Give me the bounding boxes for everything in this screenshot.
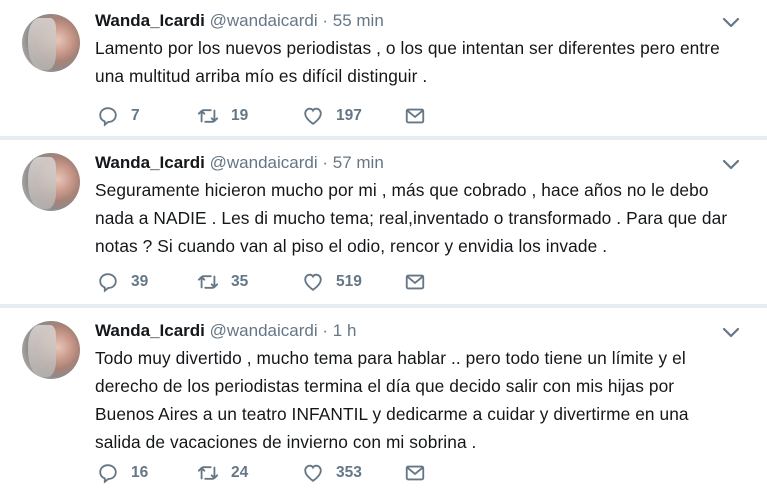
retweet-button[interactable]: 35 <box>197 270 248 294</box>
tweet[interactable]: Wanda_Icardi @wandaicardi · 57 min Segur… <box>0 140 767 304</box>
like-button[interactable]: 519 <box>302 270 362 294</box>
reply-button[interactable]: 16 <box>97 461 148 485</box>
chevron-down-icon[interactable] <box>722 327 740 339</box>
tweet-text-line: Buenos Aires a un teatro INFANTIL y dedi… <box>95 404 689 424</box>
tweet-text-line: salida de vacaciones de invierno con mi … <box>95 432 477 452</box>
user-name[interactable]: Wanda_Icardi <box>95 321 205 340</box>
tweet-text-line: Lamento por los nuevos periodistas , o l… <box>95 38 720 58</box>
separator-dot: · <box>322 321 329 340</box>
avatar[interactable] <box>22 153 80 211</box>
like-count: 519 <box>336 273 362 290</box>
tweet-header: Wanda_Icardi @wandaicardi · 55 min <box>95 11 384 31</box>
reply-icon <box>99 273 117 293</box>
tweet-text: Lamento por los nuevos periodistas , o l… <box>95 34 745 90</box>
tweet-actions: 39 35 519 <box>97 270 437 294</box>
reply-button[interactable]: 7 <box>97 104 140 128</box>
retweet-count: 35 <box>231 273 249 290</box>
heart-icon <box>304 464 322 482</box>
retweet-icon <box>197 275 219 289</box>
tweet-text-line: derecho de los periodistas termina el dí… <box>95 376 675 396</box>
tweet[interactable]: Wanda_Icardi @wandaicardi · 55 min Lamen… <box>0 0 767 136</box>
user-handle[interactable]: @wandaicardi <box>210 11 318 30</box>
like-count: 197 <box>336 107 362 124</box>
tweet-text-line: una multitud arriba mío es difícil disti… <box>95 66 428 86</box>
timestamp[interactable]: 55 min <box>333 11 384 30</box>
reply-count: 39 <box>131 273 149 290</box>
reply-icon <box>99 107 117 127</box>
retweet-button[interactable]: 19 <box>197 104 248 128</box>
reply-count: 7 <box>131 107 140 124</box>
tweet-header: Wanda_Icardi @wandaicardi · 1 h <box>95 321 356 341</box>
reply-button[interactable]: 39 <box>97 270 148 294</box>
tweet-feed: Wanda_Icardi @wandaicardi · 55 min Lamen… <box>0 0 767 499</box>
tweet-text: Seguramente hicieron mucho por mi , más … <box>95 176 745 260</box>
chevron-down-icon[interactable] <box>722 17 740 29</box>
user-handle[interactable]: @wandaicardi <box>210 321 318 340</box>
timestamp[interactable]: 1 h <box>333 321 357 340</box>
retweet-count: 19 <box>231 107 249 124</box>
retweet-icon <box>197 466 219 480</box>
tweet-text-line: notas ? Si cuando van al piso el odio, r… <box>95 236 608 256</box>
tweet-text: Todo muy divertido , mucho tema para hab… <box>95 344 745 456</box>
separator-dot: · <box>322 153 329 172</box>
retweet-icon <box>197 109 219 123</box>
timestamp[interactable]: 57 min <box>333 153 384 172</box>
tweet-header: Wanda_Icardi @wandaicardi · 57 min <box>95 153 384 173</box>
dm-button[interactable] <box>404 461 426 485</box>
dm-button[interactable] <box>404 270 426 294</box>
retweet-count: 24 <box>231 464 249 481</box>
tweet-text-line: Todo muy divertido , mucho tema para hab… <box>95 348 686 368</box>
tweet-text-line: nada a NADIE . Les di mucho tema; real,i… <box>95 208 728 228</box>
avatar[interactable] <box>22 321 80 379</box>
tweet[interactable]: Wanda_Icardi @wandaicardi · 1 h Todo muy… <box>0 308 767 499</box>
separator-dot: · <box>322 11 329 30</box>
like-button[interactable]: 197 <box>302 104 362 128</box>
like-button[interactable]: 353 <box>302 461 362 485</box>
chevron-down-icon[interactable] <box>722 159 740 171</box>
user-name[interactable]: Wanda_Icardi <box>95 153 205 172</box>
heart-icon <box>304 107 322 125</box>
retweet-button[interactable]: 24 <box>197 461 248 485</box>
dm-button[interactable] <box>404 104 426 128</box>
envelope-icon <box>405 274 425 290</box>
tweet-actions: 16 24 353 <box>97 461 437 485</box>
tweet-text-line: Seguramente hicieron mucho por mi , más … <box>95 180 709 200</box>
user-handle[interactable]: @wandaicardi <box>210 153 318 172</box>
user-name[interactable]: Wanda_Icardi <box>95 11 205 30</box>
reply-count: 16 <box>131 464 149 481</box>
envelope-icon <box>405 108 425 124</box>
tweet-actions: 7 19 197 <box>97 104 437 128</box>
like-count: 353 <box>336 464 362 481</box>
reply-icon <box>99 464 117 484</box>
envelope-icon <box>405 465 425 481</box>
avatar[interactable] <box>22 14 80 72</box>
heart-icon <box>304 273 322 291</box>
